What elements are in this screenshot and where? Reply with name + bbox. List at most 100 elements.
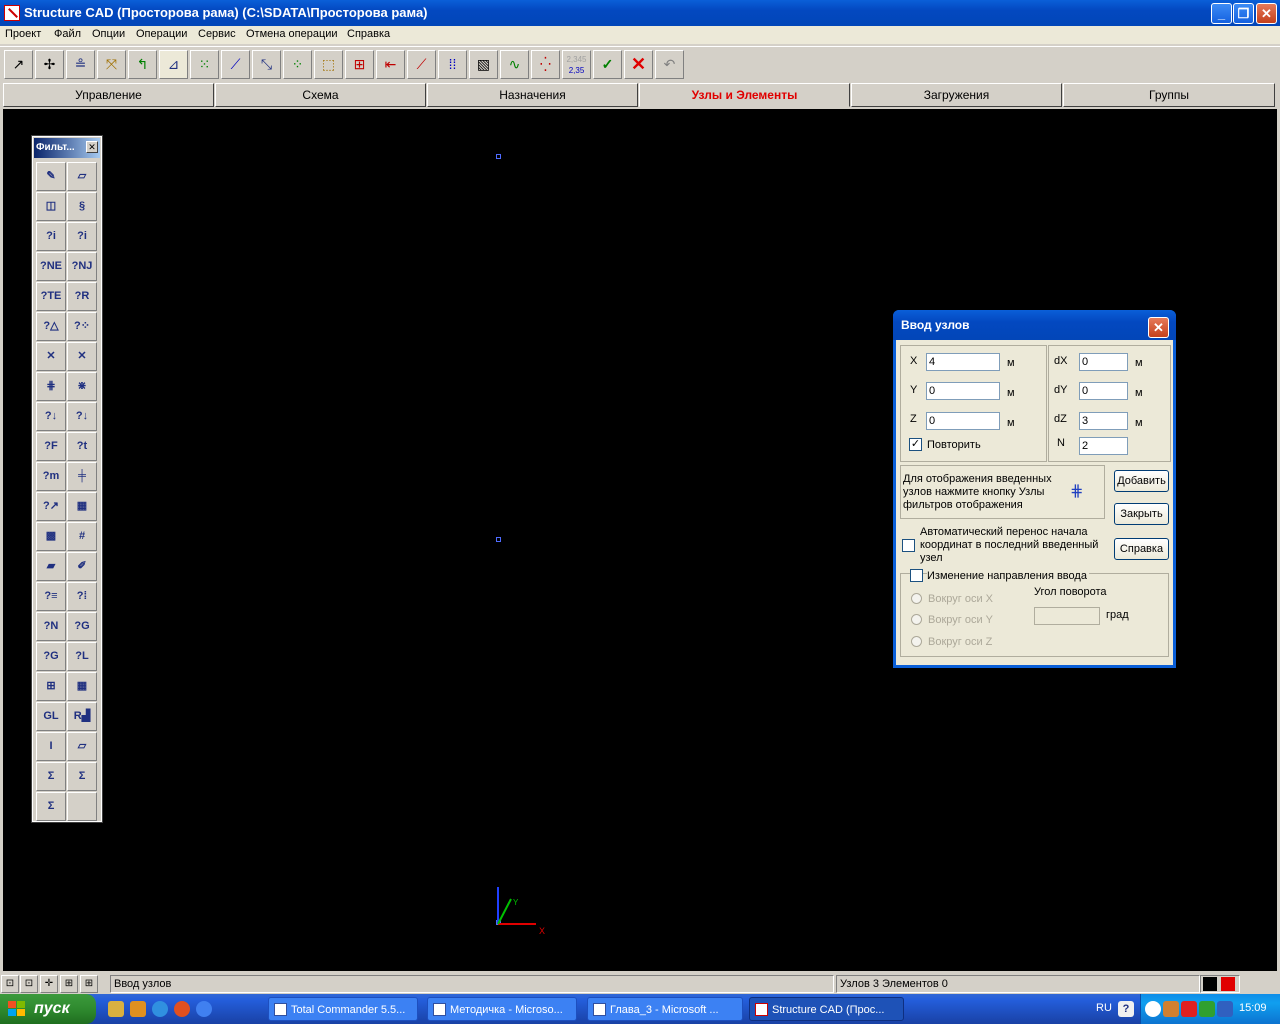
- language-indicator[interactable]: RU: [1096, 1002, 1112, 1014]
- menu-project[interactable]: Проект: [5, 28, 41, 40]
- sum-nodes-icon[interactable]: Σ: [36, 762, 66, 791]
- plate-icon[interactable]: ▱: [67, 732, 97, 761]
- tab-scheme[interactable]: Схема: [215, 83, 426, 107]
- sum-table-icon[interactable]: Σ: [67, 762, 97, 791]
- node-n-icon[interactable]: ?N: [36, 612, 66, 641]
- check-ok-icon[interactable]: ✓: [593, 50, 622, 79]
- support-icon[interactable]: ?△: [36, 312, 66, 341]
- element-l-icon[interactable]: ?L: [67, 642, 97, 671]
- gl-icon[interactable]: GL: [36, 702, 66, 731]
- nodes-dots-icon[interactable]: ?⁞: [67, 582, 97, 611]
- view-top-icon[interactable]: ✛: [40, 975, 58, 993]
- mesh-icon[interactable]: ▦: [67, 492, 97, 521]
- quicklaunch-browser-icon[interactable]: [196, 1001, 212, 1017]
- app-icon[interactable]: [4, 5, 20, 21]
- ruler-icon[interactable]: ▰: [36, 552, 66, 581]
- mesh-fill-icon[interactable]: ▩: [36, 522, 66, 551]
- n-input[interactable]: 2: [1079, 437, 1128, 455]
- node-te-icon[interactable]: ?TE: [36, 282, 66, 311]
- element-g-icon[interactable]: ?G: [36, 642, 66, 671]
- tab-assignments[interactable]: Назначения: [427, 83, 638, 107]
- points-icon[interactable]: ⁛: [531, 50, 560, 79]
- add-button[interactable]: Добавить: [1114, 470, 1169, 492]
- tray-device-icon[interactable]: [1217, 1001, 1233, 1017]
- array-icon[interactable]: ⁞⁞: [438, 50, 467, 79]
- red-grid-icon[interactable]: ▦: [67, 672, 97, 701]
- diagonal-icon[interactable]: ⟋: [407, 50, 436, 79]
- local-axes-icon[interactable]: ?↗: [36, 492, 66, 521]
- node-g-icon[interactable]: ?G: [67, 612, 97, 641]
- quicklaunch-folder-icon[interactable]: [108, 1001, 124, 1017]
- undo-node-icon[interactable]: ↰: [128, 50, 157, 79]
- help-button[interactable]: Справка: [1114, 538, 1169, 560]
- spring-icon[interactable]: §: [67, 192, 97, 221]
- load-q-icon[interactable]: ?↓: [36, 402, 66, 431]
- tray-antivirus-icon[interactable]: [1181, 1001, 1197, 1017]
- axis-cross2-icon[interactable]: ✕: [67, 342, 97, 371]
- tab-control[interactable]: Управление: [3, 83, 214, 107]
- coordinates-icon[interactable]: ⬚: [314, 50, 343, 79]
- dx-input[interactable]: 0: [1079, 353, 1128, 371]
- start-button[interactable]: пуск: [0, 994, 96, 1024]
- menu-options[interactable]: Опции: [92, 28, 125, 40]
- node-nj-icon[interactable]: ?NJ: [67, 252, 97, 281]
- radio-around-z[interactable]: [911, 636, 922, 647]
- load-m-icon[interactable]: ?m: [36, 462, 66, 491]
- tray-arrow-icon[interactable]: [1145, 1001, 1161, 1017]
- z-input[interactable]: 0: [926, 412, 1000, 430]
- quicklaunch-ie-icon[interactable]: [152, 1001, 168, 1017]
- grid-hash-icon[interactable]: #: [67, 522, 97, 551]
- node-filter-icon[interactable]: ⋕: [36, 372, 66, 401]
- line-icon[interactable]: ⟋: [221, 50, 250, 79]
- brush-icon[interactable]: ✐: [67, 552, 97, 581]
- add-node-icon[interactable]: ⁙: [190, 50, 219, 79]
- stiffness-icon[interactable]: ≗: [66, 50, 95, 79]
- title-bar[interactable]: Structure CAD (Просторова рама) (C:\SDAT…: [0, 0, 1280, 26]
- frame-grid-icon[interactable]: ⊞: [36, 672, 66, 701]
- dy-input[interactable]: 0: [1079, 382, 1128, 400]
- divide-icon[interactable]: ⤡: [252, 50, 281, 79]
- x-input[interactable]: 4: [926, 353, 1000, 371]
- close-button[interactable]: ✕: [1256, 3, 1277, 24]
- dialog-close-button[interactable]: ✕: [1148, 317, 1169, 338]
- rotate-view-icon[interactable]: ✢: [35, 50, 64, 79]
- numbers-icon[interactable]: 2,345 2,35: [562, 50, 591, 79]
- move-node-icon[interactable]: ⤧: [97, 50, 126, 79]
- bar-chart-icon[interactable]: R▟: [67, 702, 97, 731]
- help-tray-icon[interactable]: ?: [1118, 1001, 1134, 1017]
- select-node-icon[interactable]: ↗: [4, 50, 33, 79]
- beam-g-icon[interactable]: I: [36, 732, 66, 761]
- task-word-metodichka[interactable]: Методичка - Microso...: [427, 997, 577, 1021]
- node-marker[interactable]: [496, 154, 501, 159]
- direction-checkbox[interactable]: [910, 569, 923, 582]
- tray-update-icon[interactable]: [1199, 1001, 1215, 1017]
- sum-points-icon[interactable]: Σ: [36, 792, 66, 821]
- curve-icon[interactable]: ∿: [500, 50, 529, 79]
- load-p-icon[interactable]: ?↓: [67, 402, 97, 431]
- undo-icon[interactable]: ↶: [655, 50, 684, 79]
- menu-file[interactable]: Файл: [54, 28, 81, 40]
- tab-groups[interactable]: Группы: [1063, 83, 1275, 107]
- tab-nodes-elements[interactable]: Узлы и Элементы: [639, 83, 850, 107]
- node-r-icon[interactable]: ?R: [67, 282, 97, 311]
- copy-icon[interactable]: ⁘: [283, 50, 312, 79]
- y-input[interactable]: 0: [926, 382, 1000, 400]
- delete-icon[interactable]: ✕: [624, 50, 653, 79]
- task-total-commander[interactable]: Total Commander 5.5...: [268, 997, 418, 1021]
- radio-around-y[interactable]: [911, 614, 922, 625]
- task-word-glava3[interactable]: Глава_3 - Microsoft ...: [587, 997, 743, 1021]
- repeat-checkbox[interactable]: ✓: [909, 438, 922, 451]
- load-t-icon[interactable]: ?t: [67, 432, 97, 461]
- close-dialog-button[interactable]: Закрыть: [1114, 503, 1169, 525]
- hinge-icon[interactable]: ?⁘: [67, 312, 97, 341]
- load-f-icon[interactable]: ?F: [36, 432, 66, 461]
- quicklaunch-media-icon[interactable]: [174, 1001, 190, 1017]
- minimize-button[interactable]: _: [1211, 3, 1232, 24]
- hatch-icon[interactable]: ▧: [469, 50, 498, 79]
- view-iso-icon[interactable]: ⊞: [80, 975, 98, 993]
- view-grid-icon[interactable]: ⊞: [60, 975, 78, 993]
- angle-input[interactable]: [1034, 607, 1100, 625]
- element-number-icon[interactable]: ?i: [67, 222, 97, 251]
- element-filter-icon[interactable]: ⋇: [67, 372, 97, 401]
- cube-icon[interactable]: ◫: [36, 192, 66, 221]
